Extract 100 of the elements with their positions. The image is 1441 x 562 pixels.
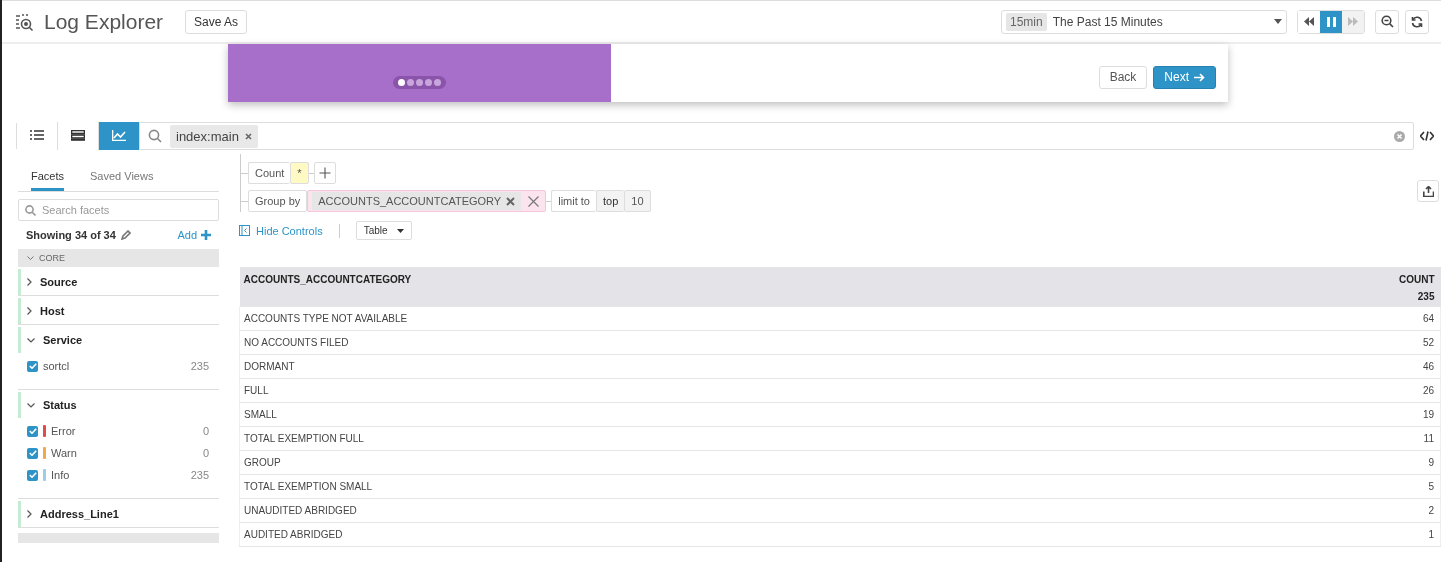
facet-count: 235 xyxy=(190,469,209,481)
table-cell: NO ACCOUNTS FILED xyxy=(239,330,1194,355)
chevron-right-icon xyxy=(27,510,32,518)
zoom-out-button[interactable] xyxy=(1375,9,1399,34)
table-cell: TOTAL EXEMPTION SMALL xyxy=(239,474,1194,499)
plus-icon xyxy=(201,230,211,240)
facet-count: 0 xyxy=(202,425,209,437)
plus-icon xyxy=(318,167,331,179)
table-cell: 9 xyxy=(1193,450,1441,475)
caret-icon xyxy=(396,228,404,233)
check-icon xyxy=(28,363,37,369)
facet-group-header[interactable]: Source xyxy=(18,269,219,295)
limit-label: limit to xyxy=(551,190,596,212)
table-cell: DORMANT xyxy=(239,354,1194,379)
add-measure-button[interactable] xyxy=(313,162,336,184)
sidebar-tab[interactable]: Facets xyxy=(31,170,64,191)
pencil-icon[interactable] xyxy=(120,230,131,240)
logo-icon xyxy=(14,11,34,32)
table-cell: 19 xyxy=(1193,402,1441,427)
table-cell: 2 xyxy=(1193,498,1441,523)
hide-controls-link[interactable]: Hide Controls xyxy=(239,224,323,237)
carousel-dot[interactable] xyxy=(416,79,423,86)
time-range-label: The Past 15 Minutes xyxy=(1052,14,1164,29)
checkbox[interactable] xyxy=(27,469,38,481)
check-icon xyxy=(28,472,37,478)
table-cell: 46 xyxy=(1193,354,1441,379)
line-chart-icon xyxy=(112,130,126,141)
fast-forward-icon xyxy=(1348,17,1358,26)
table-cell: FULL xyxy=(239,378,1194,403)
arrow-right-icon xyxy=(1194,72,1205,82)
group-by-label: Group by xyxy=(248,190,308,212)
table-cell: GROUP xyxy=(239,450,1194,475)
table-cell: TOTAL EXEMPTION FULL xyxy=(239,426,1194,451)
table-cell: 64 xyxy=(1193,307,1441,331)
code-icon[interactable] xyxy=(1420,131,1434,141)
measure-field[interactable]: * xyxy=(290,162,309,184)
facet-count: 0 xyxy=(202,447,209,459)
measure-label: Count xyxy=(248,162,291,184)
facet-value: sortcl xyxy=(43,360,70,372)
limit-count-field[interactable]: 10 xyxy=(624,190,651,212)
table-cell: 5 xyxy=(1193,474,1441,499)
add-facet-link[interactable]: Add xyxy=(177,229,211,241)
column-header: COUNT xyxy=(1193,267,1441,291)
search-facets-field[interactable]: Search facets xyxy=(18,199,219,221)
chevron-right-icon xyxy=(27,278,32,286)
facet-value: Error xyxy=(51,425,76,437)
fast-forward-button[interactable] xyxy=(1342,10,1364,33)
check-icon xyxy=(28,428,37,434)
table-cell: 52 xyxy=(1193,330,1441,355)
limit-direction[interactable]: top xyxy=(596,190,625,212)
app-title: Log Explorer xyxy=(44,9,164,34)
query-tag[interactable]: index:main xyxy=(170,124,258,148)
carousel-dot[interactable] xyxy=(434,79,441,86)
rewind-icon xyxy=(1304,17,1314,26)
chevron-down-icon xyxy=(27,256,34,260)
table-cell: 1 xyxy=(1193,522,1441,547)
export-button[interactable] xyxy=(1417,180,1439,202)
back-button[interactable]: Back xyxy=(1098,65,1148,89)
pause-icon xyxy=(1326,16,1336,27)
table-cell: 11 xyxy=(1193,426,1441,451)
facet-group-header[interactable]: Status xyxy=(18,392,219,418)
column-header: ACCOUNTS_ACCOUNTCATEGORY xyxy=(239,267,1194,307)
table-cell: 26 xyxy=(1193,378,1441,403)
carousel-dot[interactable] xyxy=(407,79,414,86)
section-header[interactable]: CORE xyxy=(18,249,219,267)
remove-icon[interactable] xyxy=(244,132,252,140)
save-as-button[interactable]: Save As xyxy=(185,9,248,34)
checkbox[interactable] xyxy=(27,447,38,459)
search-icon xyxy=(148,129,162,143)
facet-count: 235 xyxy=(190,360,209,372)
facet-group-header[interactable]: Service xyxy=(18,327,219,353)
pause-button[interactable] xyxy=(1320,10,1342,33)
chevron-right-icon xyxy=(27,307,32,315)
export-icon xyxy=(1422,185,1434,197)
total-count: 235 xyxy=(1193,291,1441,307)
checkbox[interactable] xyxy=(27,425,38,437)
facet-value: Warn xyxy=(51,447,77,459)
list-icon xyxy=(30,130,44,141)
facet-value: Info xyxy=(51,469,70,481)
table-cell: UNAUDITED ABRIDGED xyxy=(239,498,1194,523)
time-range-dropdown[interactable]: 15min The Past 15 Minutes xyxy=(1001,9,1287,34)
caret-icon xyxy=(1274,19,1282,24)
carousel-dot[interactable] xyxy=(398,79,405,86)
sidebar-tab[interactable]: Saved Views xyxy=(90,170,154,191)
rows-icon xyxy=(71,130,85,141)
facet-group-header[interactable]: Address_Line1 xyxy=(18,501,219,527)
checkbox[interactable] xyxy=(27,360,38,372)
carousel-dot[interactable] xyxy=(425,79,432,86)
facet-count: Showing 34 of 34 xyxy=(26,229,116,241)
refresh-button[interactable] xyxy=(1405,9,1429,34)
check-icon xyxy=(28,450,37,456)
chevron-down-icon xyxy=(27,337,35,343)
chevron-down-icon xyxy=(27,402,35,408)
collapse-panel-icon xyxy=(239,225,250,236)
table-cell: SMALL xyxy=(239,402,1194,427)
zoom-out-icon xyxy=(1380,15,1394,28)
table-cell: AUDITED ABRIDGED xyxy=(239,522,1194,547)
clear-icon[interactable] xyxy=(1394,130,1405,142)
facet-group-header[interactable]: Host xyxy=(18,298,219,324)
display-dropdown[interactable]: Table xyxy=(355,221,412,240)
